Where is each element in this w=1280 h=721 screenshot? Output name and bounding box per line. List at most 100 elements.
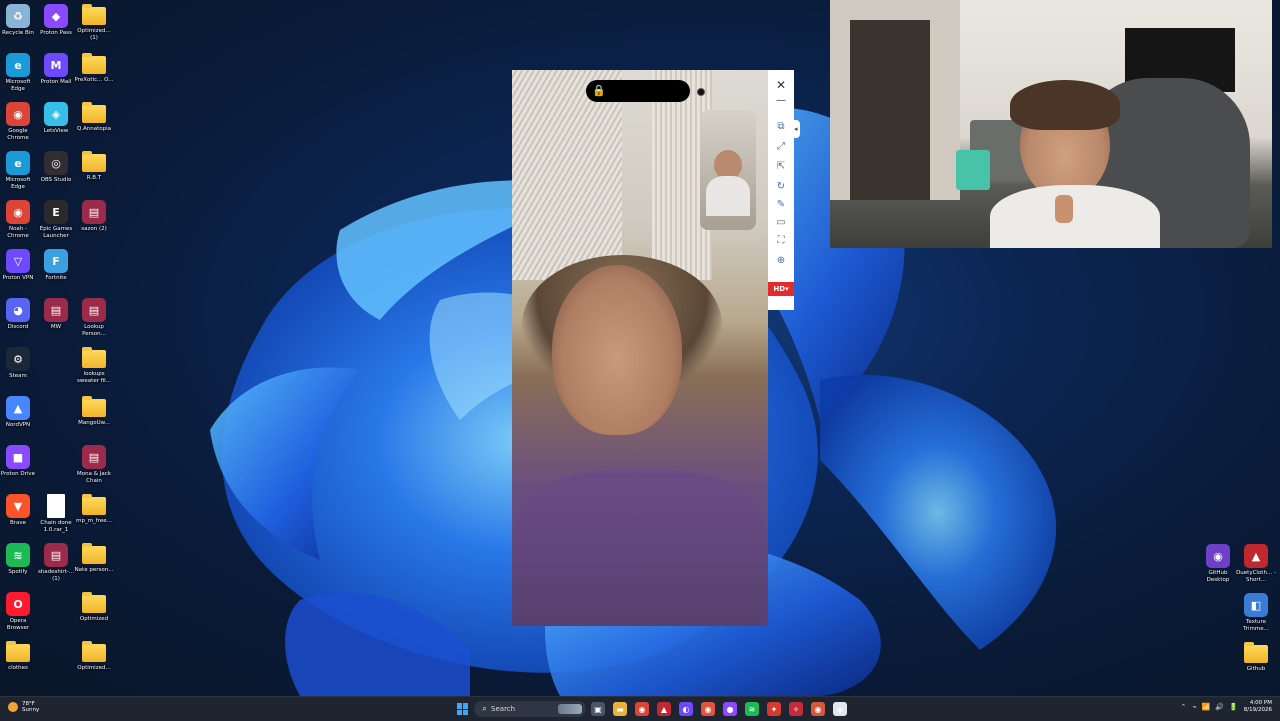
winrar-icon: ▤	[44, 543, 68, 567]
desktop-icon[interactable]: ▤ MW	[36, 298, 76, 331]
desktop-icon-label: Proton Drive	[0, 471, 36, 477]
desktop-icon[interactable]: lookups sweater fil...	[74, 347, 114, 384]
desktop-icon[interactable]: ◉ GitHub Desktop	[1198, 544, 1238, 583]
folder-icon	[82, 494, 106, 515]
draw-icon[interactable]: ✎	[774, 198, 788, 212]
desktop-icon-label: Proton Mail	[40, 79, 72, 85]
letsview-taskbar-icon[interactable]: ◈	[833, 702, 847, 716]
more-icon[interactable]: ⊕	[774, 254, 788, 268]
tray-overflow-chevron-icon[interactable]: ⌃	[1181, 703, 1187, 711]
chrome-taskbar-icon[interactable]: ◉	[635, 702, 649, 716]
hd-quality-button[interactable]: HD▾	[768, 282, 794, 296]
desktop-icon[interactable]: ▲ NordVPN	[0, 396, 38, 429]
desktop-icon[interactable]: ≋ Spotify	[0, 543, 38, 576]
desktop-icon[interactable]: O Opera Browser	[0, 592, 38, 631]
desktop-icon[interactable]: mp_m_free...	[74, 494, 114, 525]
desktop-icon-label: Steam	[9, 373, 27, 379]
desktop-icon-label: Chain done 1.0.rar_1	[40, 520, 72, 533]
desktop-icon-label: DuetyCloth... - Short...	[1236, 570, 1276, 583]
desktop-icon[interactable]: ♻ Recycle Bin	[0, 4, 38, 37]
proton-vpn-taskbar-icon[interactable]: ◐	[679, 702, 693, 716]
desktop-icon[interactable]: PreXotic... O...	[74, 53, 114, 84]
desktop-icon[interactable]: ⚙ Steam	[0, 347, 38, 380]
desktop-icon[interactable]: e Microsoft Edge	[0, 53, 38, 92]
app-red3-icon[interactable]: ✧	[789, 702, 803, 716]
desktop-icon[interactable]: ▤ shadeshirt-... (1)	[36, 543, 76, 582]
desktop-icon[interactable]: ◕ Discord	[0, 298, 38, 331]
taskbar-search-box[interactable]: ⌕ Search	[474, 701, 586, 717]
desktop-icon[interactable]: M Proton Mail	[36, 53, 76, 86]
screenshot-tool-icon[interactable]: ⧉	[774, 120, 788, 134]
app-red2-icon[interactable]: ✦	[767, 702, 781, 716]
green-box	[956, 150, 990, 190]
proton-vpn-icon: ▽	[6, 249, 30, 273]
desktop-icon[interactable]: e Microsoft Edge	[0, 151, 38, 190]
folder-icon	[82, 53, 106, 74]
desktop-icon[interactable]: ▤ Mona & Jack Chain	[74, 445, 114, 484]
volume-icon[interactable]: 🔊	[1215, 703, 1224, 711]
spotify-taskbar-icon[interactable]: ≋	[745, 702, 759, 716]
desktop-icon[interactable]: Optimized	[74, 592, 114, 623]
toolbar-collapse-handle[interactable]: ◂	[794, 120, 800, 138]
winrar-icon: ▤	[82, 200, 106, 224]
desktop-icon-label: Brave	[9, 520, 27, 526]
desktop-icon[interactable]: Nate person...	[74, 543, 114, 574]
file-explorer-icon[interactable]: ▬	[613, 702, 627, 716]
pin-icon[interactable]: ⇱	[774, 160, 788, 174]
proton-drive-icon: ■	[6, 445, 30, 469]
desktop-icon[interactable]: E Epic Games Launcher	[36, 200, 76, 239]
desktop-icon[interactable]: clothes	[0, 641, 38, 672]
desktop-icon[interactable]: ◎ OBS Studio	[36, 151, 76, 184]
desktop-icon[interactable]: ◉ Google Chrome	[0, 102, 38, 141]
app-chat-icon[interactable]: ●	[723, 702, 737, 716]
desktop-icon[interactable]: ◆ Proton Pass	[36, 4, 76, 37]
folder-icon	[82, 396, 106, 417]
taskbar: 78°F Sunny ⌕ Search ▣ ▬ ◉ ▲ ◐ ◉ ● ≋ ✦ ✧ ◉ ◈ ⌃ ⌁ 📶 🔊 🔋 …	[0, 696, 1280, 721]
spotify-icon: ≋	[6, 543, 30, 567]
desktop-icon[interactable]: Optimized...	[74, 641, 114, 672]
minimize-icon[interactable]: —	[774, 94, 788, 108]
desktop-icon-label: Fortnite	[45, 275, 67, 281]
desktop-icon[interactable]: ■ Proton Drive	[0, 445, 38, 478]
clock[interactable]: 4:00 PM 8/19/2026	[1244, 700, 1272, 714]
location-icon[interactable]: ⌁	[1192, 703, 1196, 711]
desktop-icon[interactable]: R.B.T	[74, 151, 114, 182]
desktop-icon-label: PreXotic... O...	[74, 77, 114, 83]
proton-pass-icon: ◆	[44, 4, 68, 28]
app-chrome3-icon[interactable]: ◉	[811, 702, 825, 716]
desktop-icon-label: Discord	[7, 324, 29, 330]
wifi-icon[interactable]: 📶	[1202, 703, 1211, 711]
desktop-icon[interactable]: ▽ Proton VPN	[0, 249, 38, 282]
windows-start-icon[interactable]	[457, 703, 469, 715]
desktop-icon[interactable]: Github	[1236, 642, 1276, 673]
desktop-icon[interactable]: ▲ DuetyCloth... - Short...	[1236, 544, 1276, 583]
desktop-icon[interactable]: Optimized... (1)	[74, 4, 114, 41]
desktop-icon[interactable]: ▤ sazon (2)	[74, 200, 114, 233]
rotate-icon[interactable]: ↻	[774, 180, 788, 194]
folder-icon	[82, 641, 106, 662]
desktop-icon[interactable]: ◧ Texture Trimme...	[1236, 593, 1276, 632]
desktop-icon-label: Github	[1246, 666, 1266, 672]
window-icon[interactable]: ▭	[774, 216, 788, 230]
folder-icon	[82, 4, 106, 25]
task-view-icon[interactable]: ▣	[591, 702, 605, 716]
desktop-icon[interactable]: ◉ Noah - Chrome	[0, 200, 38, 239]
fullscreen-icon[interactable]: ⤢	[774, 140, 788, 154]
recycle-bin-icon: ♻	[6, 4, 30, 28]
phone-mirror-window[interactable]: 🔒	[512, 70, 768, 626]
desktop-icon[interactable]: ◈ LetsView	[36, 102, 76, 135]
desktop-icon[interactable]: ▼ Brave	[0, 494, 38, 527]
desktop-icon[interactable]: Q.Annatopia	[74, 102, 114, 133]
close-icon[interactable]: ✕	[774, 78, 788, 92]
battery-icon[interactable]: 🔋	[1229, 703, 1238, 711]
folder-icon	[82, 592, 106, 613]
desktop-icon[interactable]: F Fortnite	[36, 249, 76, 282]
desktop-icon[interactable]: MangoUw...	[74, 396, 114, 427]
app-red-icon[interactable]: ▲	[657, 702, 671, 716]
crop-icon[interactable]: ⛶	[774, 234, 788, 248]
weather-widget[interactable]: 78°F Sunny	[8, 701, 39, 713]
desktop-icon[interactable]: Chain done 1.0.rar_1	[36, 494, 76, 533]
chrome-taskbar-icon-2[interactable]: ◉	[701, 702, 715, 716]
desktop-icon[interactable]: ▤ Lookup Person...	[74, 298, 114, 337]
self-view-pip[interactable]	[700, 110, 756, 230]
